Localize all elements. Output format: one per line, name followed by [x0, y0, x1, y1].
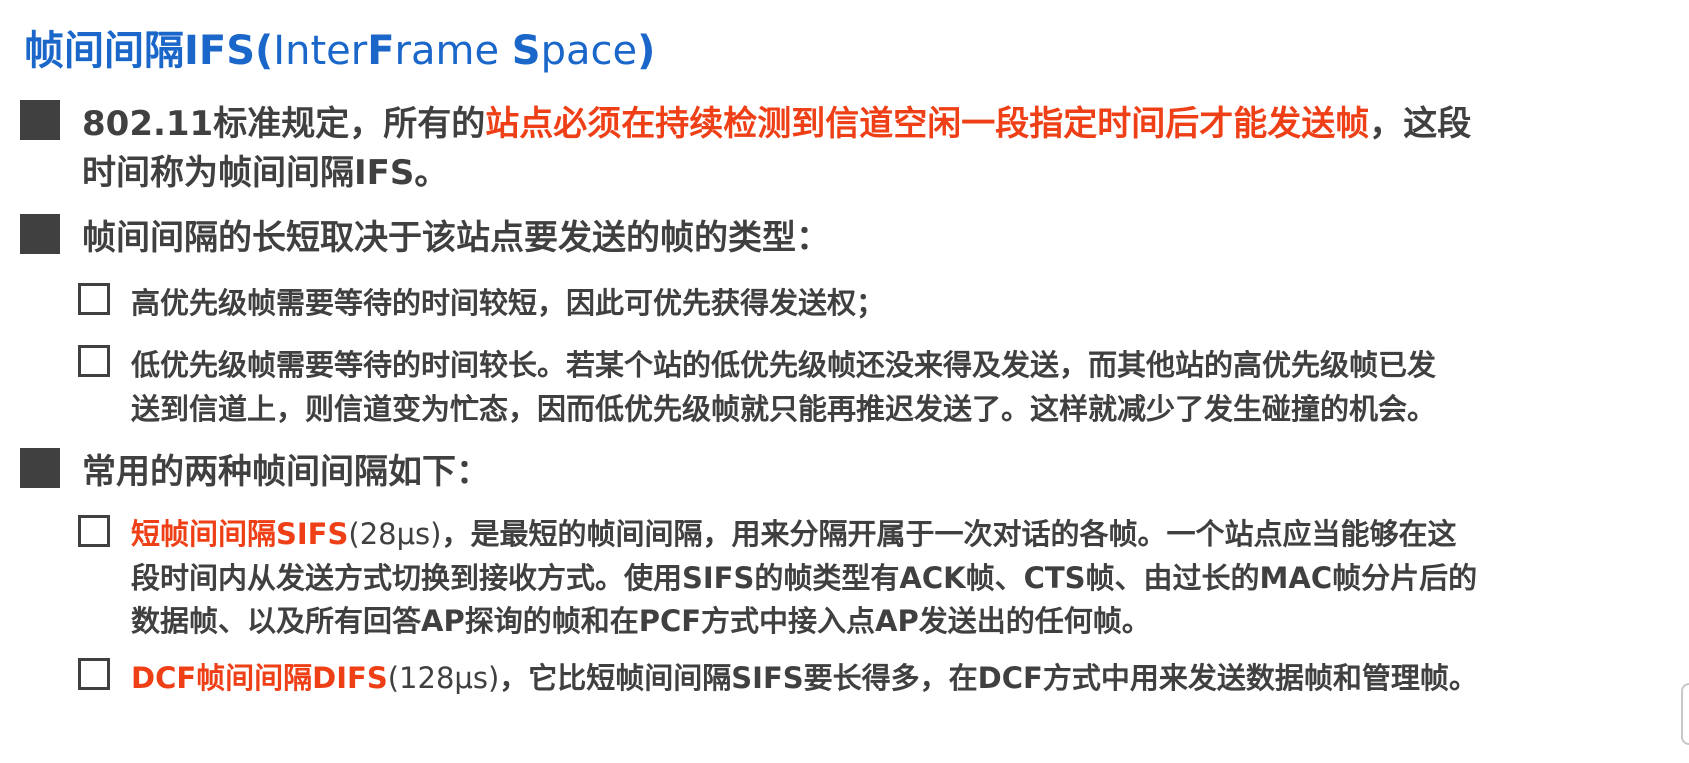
- title-part: S: [511, 28, 541, 74]
- bullet-text: 802.11标准规定，所有的站点必须在持续检测到信道空闲一段指定时间后才能发送帧…: [82, 96, 1471, 145]
- sub-item-text-line2: 段时间内从发送方式切换到接收方式。使用SIFS的帧类型有ACK帧、CTS帧、由过…: [131, 561, 1478, 595]
- title-part: rame: [394, 28, 512, 74]
- sub-item-text: DCF帧间间隔DIFS(128μs)，它比短帧间间隔SIFS要长得多，在DCF方…: [131, 655, 1478, 697]
- title-part: ): [637, 28, 656, 74]
- checkbox-icon: [78, 658, 110, 690]
- sub-item-text-line2: 送到信道上，则信道变为忙态，因而低优先级帧就只能再推迟发送了。这样就减少了发生碰…: [131, 392, 1437, 426]
- difs-desc: ，它比短帧间间隔SIFS要长得多，在DCF方式中用来发送数据帧和管理帧。: [499, 661, 1478, 695]
- sub-item-text-line3: 数据帧、以及所有回答AP探询的帧和在PCF方式中接入点AP发送出的任何帧。: [131, 604, 1151, 638]
- sub-item-text: 短帧间间隔SIFS(28μs)，是最短的帧间间隔，用来分隔开属于一次对话的各帧。…: [131, 511, 1456, 553]
- bullet-pre: 802.11标准规定，所有的: [82, 104, 486, 144]
- checkbox-icon: [78, 283, 110, 315]
- title-part: pace: [540, 28, 638, 74]
- bullet-highlight: 站点必须在持续检测到信道空闲一段指定时间后才能发送帧: [485, 104, 1370, 144]
- page-title: 帧间间隔IFS(InterFrame Space): [24, 18, 655, 76]
- bullet-text: 帧间间隔的长短取决于该站点要发送的帧的类型：: [82, 218, 830, 258]
- difs-value: (128μs): [387, 661, 500, 695]
- title-part: Inter: [273, 28, 368, 74]
- difs-label: DCF帧间间隔DIFS: [131, 661, 388, 695]
- bullet-square-icon: [20, 448, 60, 488]
- sub-item-text: 低优先级帧需要等待的时间较长。若某个站的低优先级帧还没来得及发送，而其他站的高优…: [131, 348, 1437, 382]
- sifs-value: (28μs): [348, 517, 442, 551]
- checkbox-icon: [78, 515, 110, 547]
- slide-edge-handle: [1681, 683, 1689, 745]
- checkbox-icon: [78, 345, 110, 377]
- bullet-square-icon: [20, 214, 60, 254]
- title-main: 帧间间隔IFS(: [24, 28, 274, 74]
- sifs-label: 短帧间间隔SIFS: [131, 517, 349, 551]
- title-part: F: [367, 28, 395, 74]
- sifs-desc: ，是最短的帧间间隔，用来分隔开属于一次对话的各帧。一个站点应当能够在这: [441, 517, 1457, 551]
- bullet-text-line2: 时间称为帧间间隔IFS。: [82, 153, 449, 193]
- bullet-post: ，这段: [1369, 104, 1472, 144]
- sub-item-text: 高优先级帧需要等待的时间较短，因此可优先获得发送权；: [131, 286, 886, 320]
- bullet-square-icon: [20, 100, 60, 140]
- bullet-text: 常用的两种帧间间隔如下：: [82, 452, 490, 492]
